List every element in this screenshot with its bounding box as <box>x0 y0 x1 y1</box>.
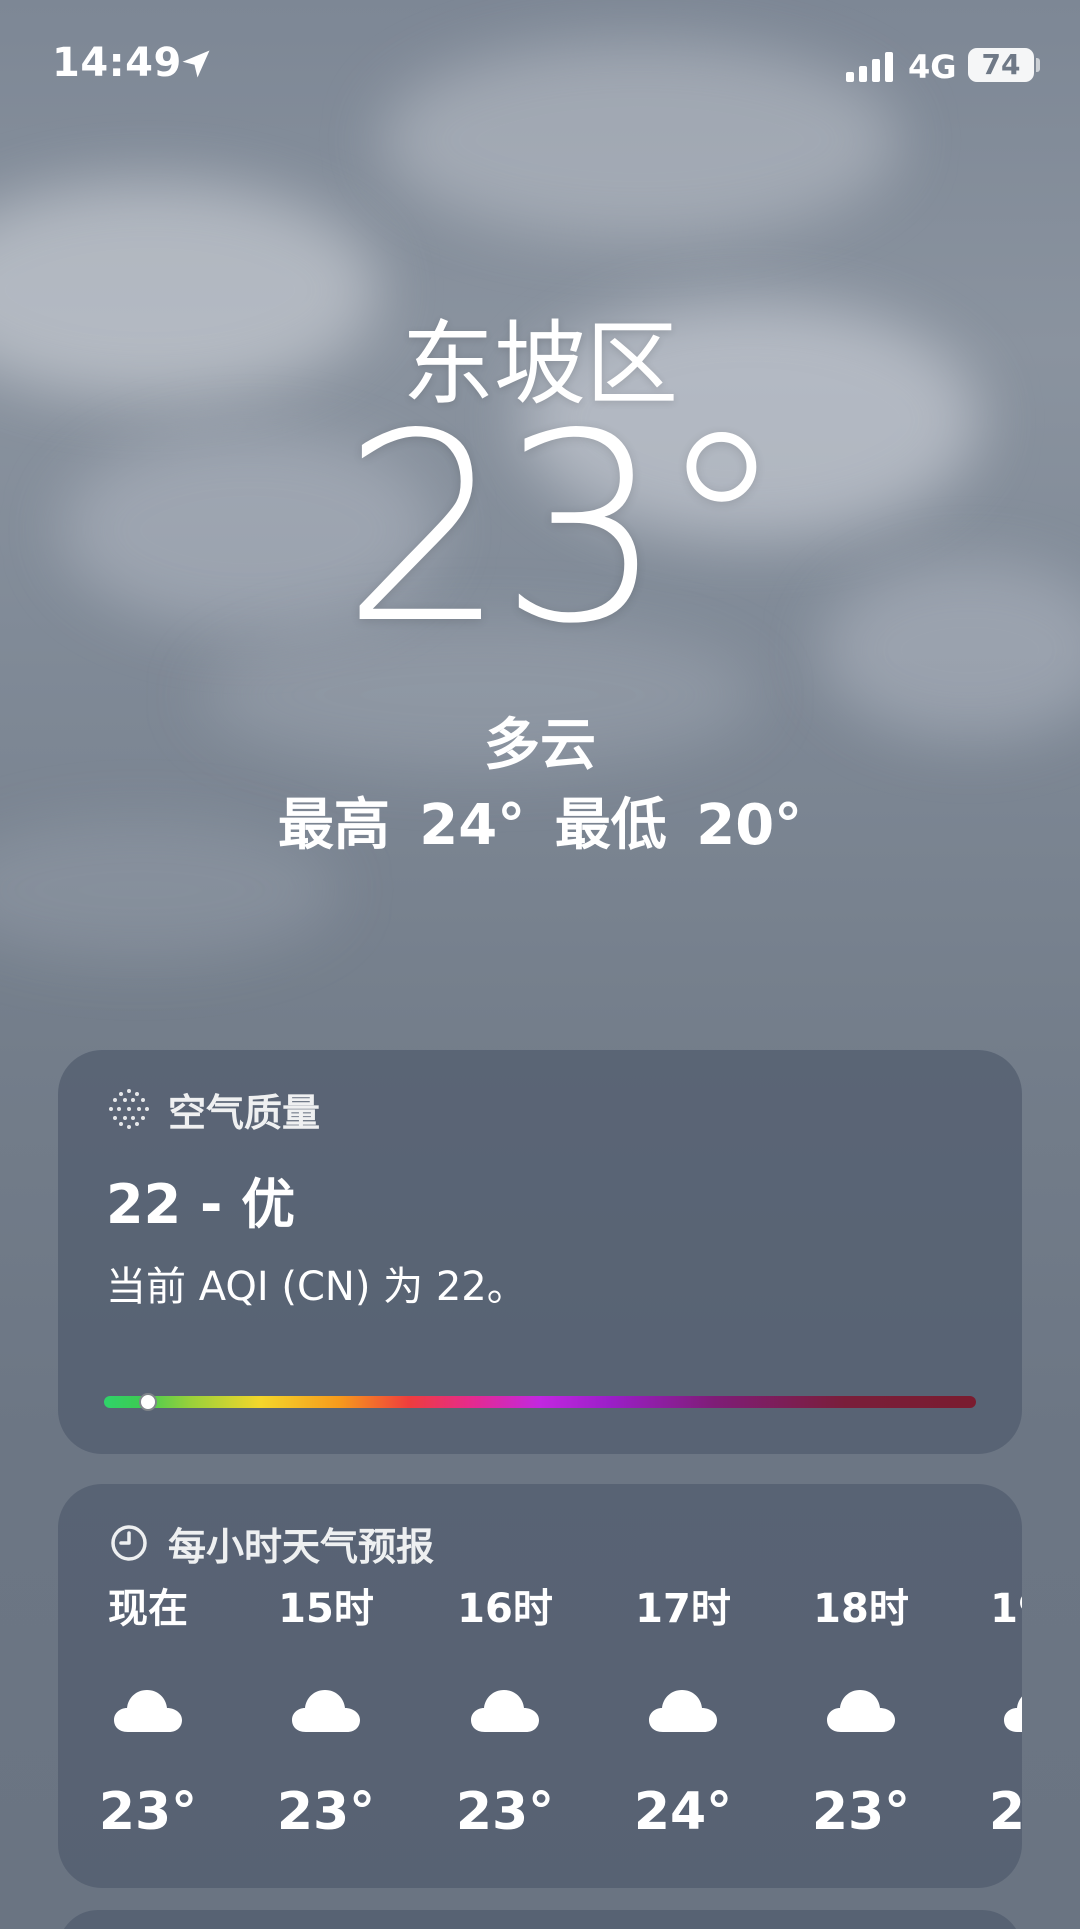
aqi-description: 当前 AQI (CN) 为 22。 <box>106 1264 527 1310</box>
hour-label: 15时 <box>278 1586 374 1632</box>
hour-label: 17时 <box>635 1586 731 1632</box>
battery-icon: 74 <box>968 48 1034 82</box>
status-bar: 14:49 4G 74 <box>0 0 1080 130</box>
aqi-value: 22 - 优 <box>106 1173 296 1236</box>
hour-temperature: 23° <box>276 1782 376 1842</box>
weather-screen: 14:49 4G 74 东坡区 23° 多云 最高 24° 最低 20° 空气质… <box>0 0 1080 1929</box>
hour-label: 19时 <box>990 1586 1022 1632</box>
hour-column: 16时 23° <box>435 1584 575 1842</box>
cloud-icon <box>613 1678 753 1742</box>
hour-column: 19时 23° <box>968 1584 1022 1842</box>
aqi-indicator-dot <box>138 1393 157 1411</box>
air-quality-title: 空气质量 <box>168 1090 321 1135</box>
hour-label: 现在 <box>108 1586 188 1632</box>
air-quality-card[interactable]: 空气质量 <box>58 1050 1022 1454</box>
network-type: 4G <box>908 48 957 86</box>
hour-temperature: 23° <box>811 1782 911 1842</box>
hour-temperature: 24° <box>633 1782 733 1842</box>
cloud-icon <box>78 1678 218 1742</box>
hour-temperature: 23° <box>98 1782 198 1842</box>
aqi-scale-bar <box>104 1396 976 1408</box>
hour-label: 16时 <box>457 1586 553 1632</box>
hour-label: 18时 <box>813 1586 909 1632</box>
cloud-icon <box>791 1678 931 1742</box>
hour-column: 现在 23° <box>78 1584 218 1842</box>
cloud-icon <box>256 1678 396 1742</box>
hour-temperature: 23° <box>988 1782 1022 1842</box>
hourly-scroll-row[interactable]: 现在 23° 15时 23° 16时 23° 17时 24° 18时 23° 19时 23° <box>58 1484 1022 1888</box>
hour-column: 18时 23° <box>791 1584 931 1842</box>
high-low-temperature: 最高 24° 最低 20° <box>277 793 803 858</box>
hour-temperature: 23° <box>455 1782 555 1842</box>
status-time: 14:49 <box>52 40 182 86</box>
air-quality-header: 空气质量 <box>106 1084 321 1135</box>
hour-column: 15时 23° <box>256 1584 396 1842</box>
weather-condition: 多云 <box>484 713 596 778</box>
battery-cap <box>1036 58 1040 72</box>
hour-column: 17时 24° <box>613 1584 753 1842</box>
location-arrow-icon <box>182 50 210 78</box>
cloud-icon <box>435 1678 575 1742</box>
next-card-peek <box>58 1910 1022 1929</box>
battery-level: 74 <box>981 48 1021 81</box>
current-temperature: 23° <box>341 379 787 681</box>
cloud-icon <box>968 1678 1022 1742</box>
air-quality-icon <box>106 1086 152 1132</box>
cellular-signal-icon <box>846 52 893 82</box>
